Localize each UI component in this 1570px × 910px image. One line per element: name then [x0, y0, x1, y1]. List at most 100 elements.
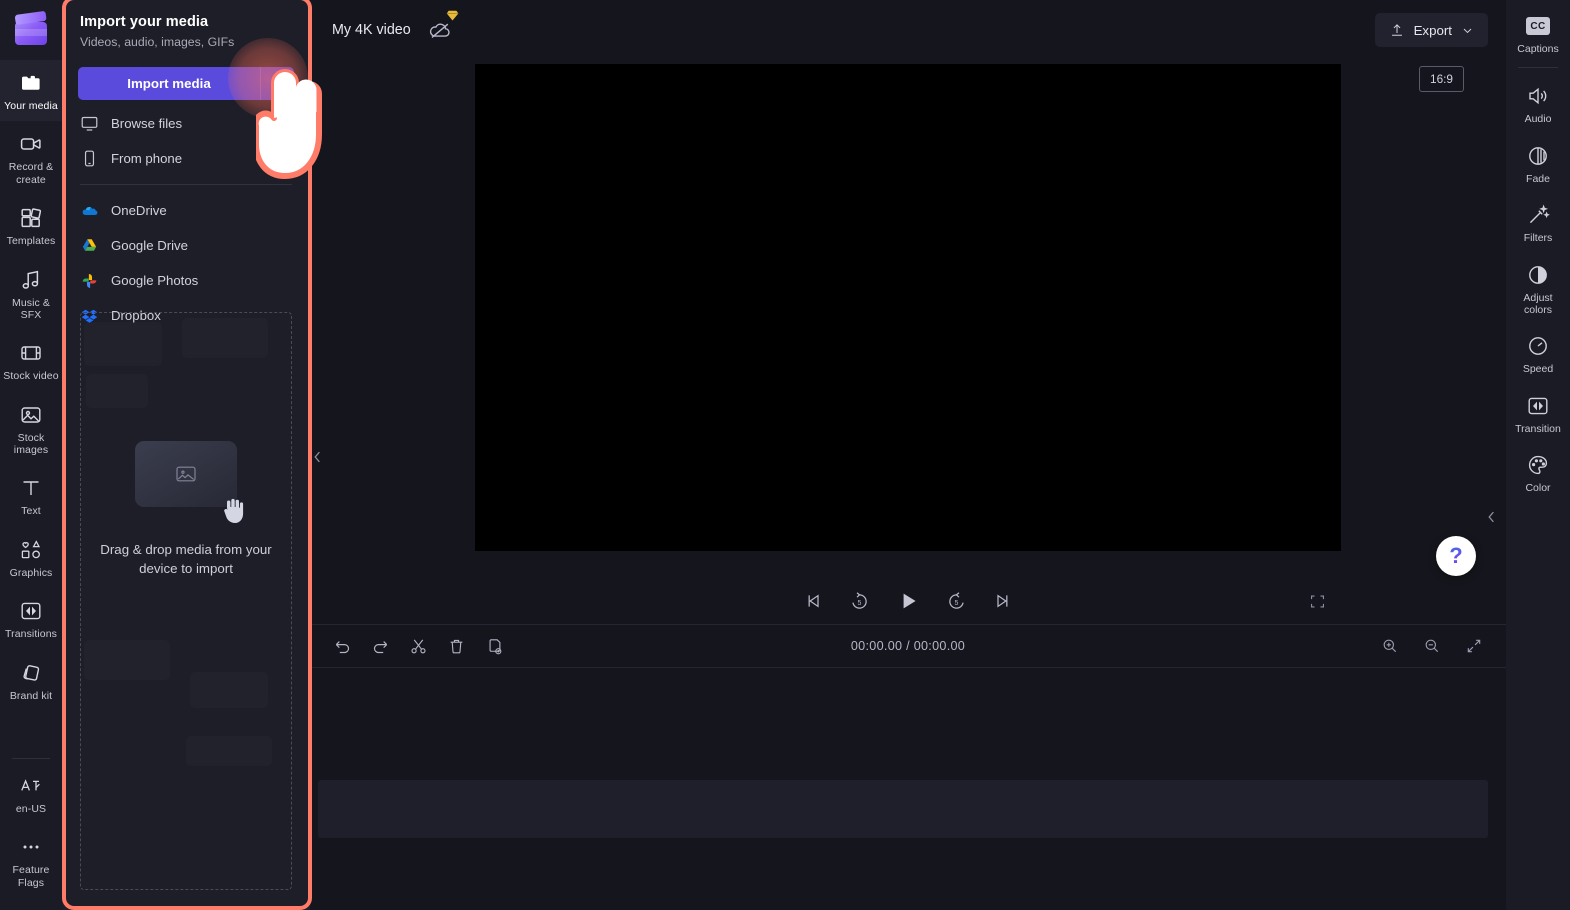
onedrive-icon: [80, 201, 99, 220]
dropzone-text: Drag & drop media from your device to im…: [81, 541, 291, 579]
forward-5-button[interactable]: 5: [946, 591, 967, 612]
sidebar-label: Transitions: [5, 628, 57, 640]
source-onedrive[interactable]: OneDrive: [72, 193, 300, 228]
chevron-left-icon: [313, 450, 322, 464]
import-media-button[interactable]: Import media: [78, 67, 260, 100]
text-t-icon: [19, 476, 43, 500]
undo-icon: [333, 637, 352, 656]
timeline-toolbar: 00:00.00 / 00:00.00: [310, 624, 1506, 668]
panel-title: Import your media: [80, 14, 292, 30]
right-item-transition[interactable]: Transition: [1506, 384, 1570, 443]
right-item-captions[interactable]: CC Captions: [1506, 0, 1570, 63]
panel-collapse-button[interactable]: [310, 440, 324, 474]
preview-stage: 16:9 ?: [310, 60, 1506, 578]
export-label: Export: [1414, 23, 1452, 38]
zoom-in-icon: [1381, 637, 1399, 655]
source-label: Google Photos: [111, 273, 198, 288]
phone-icon: [80, 149, 99, 168]
sidebar-item-feature-flags[interactable]: Feature Flags: [0, 824, 62, 898]
cloud-sync-status[interactable]: [427, 17, 453, 43]
video-camera-icon: [19, 132, 43, 156]
right-item-label: Fade: [1526, 173, 1550, 185]
timeline-zoom-tools: [1376, 632, 1488, 660]
half-circle-icon: [1526, 263, 1550, 287]
fullscreen-button[interactable]: [1309, 593, 1326, 610]
import-media-dropdown-button[interactable]: [260, 67, 294, 100]
panel-header: Import your media Videos, audio, images,…: [62, 0, 310, 53]
right-item-audio[interactable]: Audio: [1506, 74, 1570, 133]
export-button[interactable]: Export: [1375, 13, 1488, 47]
zoom-out-button[interactable]: [1418, 632, 1446, 660]
scissors-icon: [409, 637, 428, 656]
playback-controls: 5 5: [310, 578, 1506, 624]
sidebar-item-transitions[interactable]: Transitions: [0, 588, 62, 649]
right-item-label: Transition: [1515, 423, 1561, 435]
skip-to-end-button[interactable]: [993, 591, 1013, 611]
source-from-phone[interactable]: From phone: [72, 141, 300, 176]
right-item-fade[interactable]: Fade: [1506, 134, 1570, 193]
right-item-label: Adjust colors: [1508, 292, 1568, 317]
sidebar-label: Your media: [4, 100, 58, 112]
main-area: My 4K video Export: [310, 0, 1506, 910]
sidebar-label: Templates: [7, 235, 56, 247]
timeline-track[interactable]: [318, 780, 1488, 838]
right-item-label: Filters: [1524, 232, 1553, 244]
right-item-adjust-colors[interactable]: Adjust colors: [1506, 253, 1570, 325]
aspect-ratio-button[interactable]: 16:9: [1419, 66, 1464, 92]
left-sidebar-items: Your media Record & create Templates Mus…: [0, 60, 62, 711]
import-media-row: Import media: [78, 67, 294, 100]
app-logo[interactable]: [0, 0, 62, 60]
undo-button[interactable]: [328, 632, 356, 660]
right-item-filters[interactable]: Filters: [1506, 193, 1570, 252]
sidebar-label: Stock images: [2, 432, 60, 457]
right-item-color[interactable]: Color: [1506, 443, 1570, 502]
svg-text:5: 5: [955, 600, 959, 607]
right-panel-collapse-button[interactable]: [1484, 500, 1498, 534]
right-item-label: Color: [1525, 482, 1550, 494]
sidebar-item-music-sfx[interactable]: Music & SFX: [0, 257, 62, 331]
sidebar-label: Text: [21, 505, 41, 517]
sidebar-item-graphics[interactable]: Graphics: [0, 527, 62, 588]
upload-arrow-icon: [1389, 22, 1405, 38]
video-preview[interactable]: [475, 64, 1341, 551]
google-photos-icon: [80, 271, 99, 290]
delete-button[interactable]: [442, 632, 470, 660]
dropzone-illustration: [135, 441, 237, 515]
rewind-5-icon: 5: [849, 591, 870, 612]
help-button[interactable]: ?: [1436, 536, 1476, 576]
sidebar-item-stock-video[interactable]: Stock video: [0, 330, 62, 391]
zoom-in-button[interactable]: [1376, 632, 1404, 660]
grab-hand-icon: [219, 495, 249, 527]
question-mark-icon: ?: [1449, 545, 1462, 567]
source-browse-files[interactable]: Browse files: [72, 106, 300, 141]
clapperboard-logo-icon: [15, 15, 47, 45]
trash-icon: [447, 637, 466, 656]
fullscreen-icon: [1309, 593, 1326, 610]
play-icon: [896, 589, 920, 613]
chevron-down-icon: [271, 77, 284, 90]
sidebar-item-text[interactable]: Text: [0, 465, 62, 526]
timeline[interactable]: [310, 668, 1506, 910]
fit-to-screen-button[interactable]: [1460, 632, 1488, 660]
split-button[interactable]: [404, 632, 432, 660]
source-google-drive[interactable]: Google Drive: [72, 228, 300, 263]
right-item-speed[interactable]: Speed: [1506, 324, 1570, 383]
sidebar-item-brand-kit[interactable]: Brand kit: [0, 650, 62, 711]
sidebar-item-your-media[interactable]: Your media: [0, 60, 62, 121]
source-google-photos[interactable]: Google Photos: [72, 263, 300, 298]
sidebar-item-stock-images[interactable]: Stock images: [0, 392, 62, 466]
panel-divider: [80, 184, 292, 185]
duplicate-button[interactable]: [480, 632, 508, 660]
play-button[interactable]: [896, 589, 920, 613]
project-title[interactable]: My 4K video: [332, 22, 411, 38]
skip-to-start-button[interactable]: [803, 591, 823, 611]
redo-button[interactable]: [366, 632, 394, 660]
sidebar-label: en-US: [16, 803, 46, 815]
templates-grid-icon: [19, 206, 43, 230]
rewind-5-button[interactable]: 5: [849, 591, 870, 612]
media-dropzone[interactable]: Drag & drop media from your device to im…: [80, 312, 292, 890]
sidebar-item-record-create[interactable]: Record & create: [0, 121, 62, 195]
local-sources-list: Browse files From phone: [72, 106, 300, 176]
sidebar-item-language[interactable]: en-US: [0, 763, 62, 824]
sidebar-item-templates[interactable]: Templates: [0, 195, 62, 256]
